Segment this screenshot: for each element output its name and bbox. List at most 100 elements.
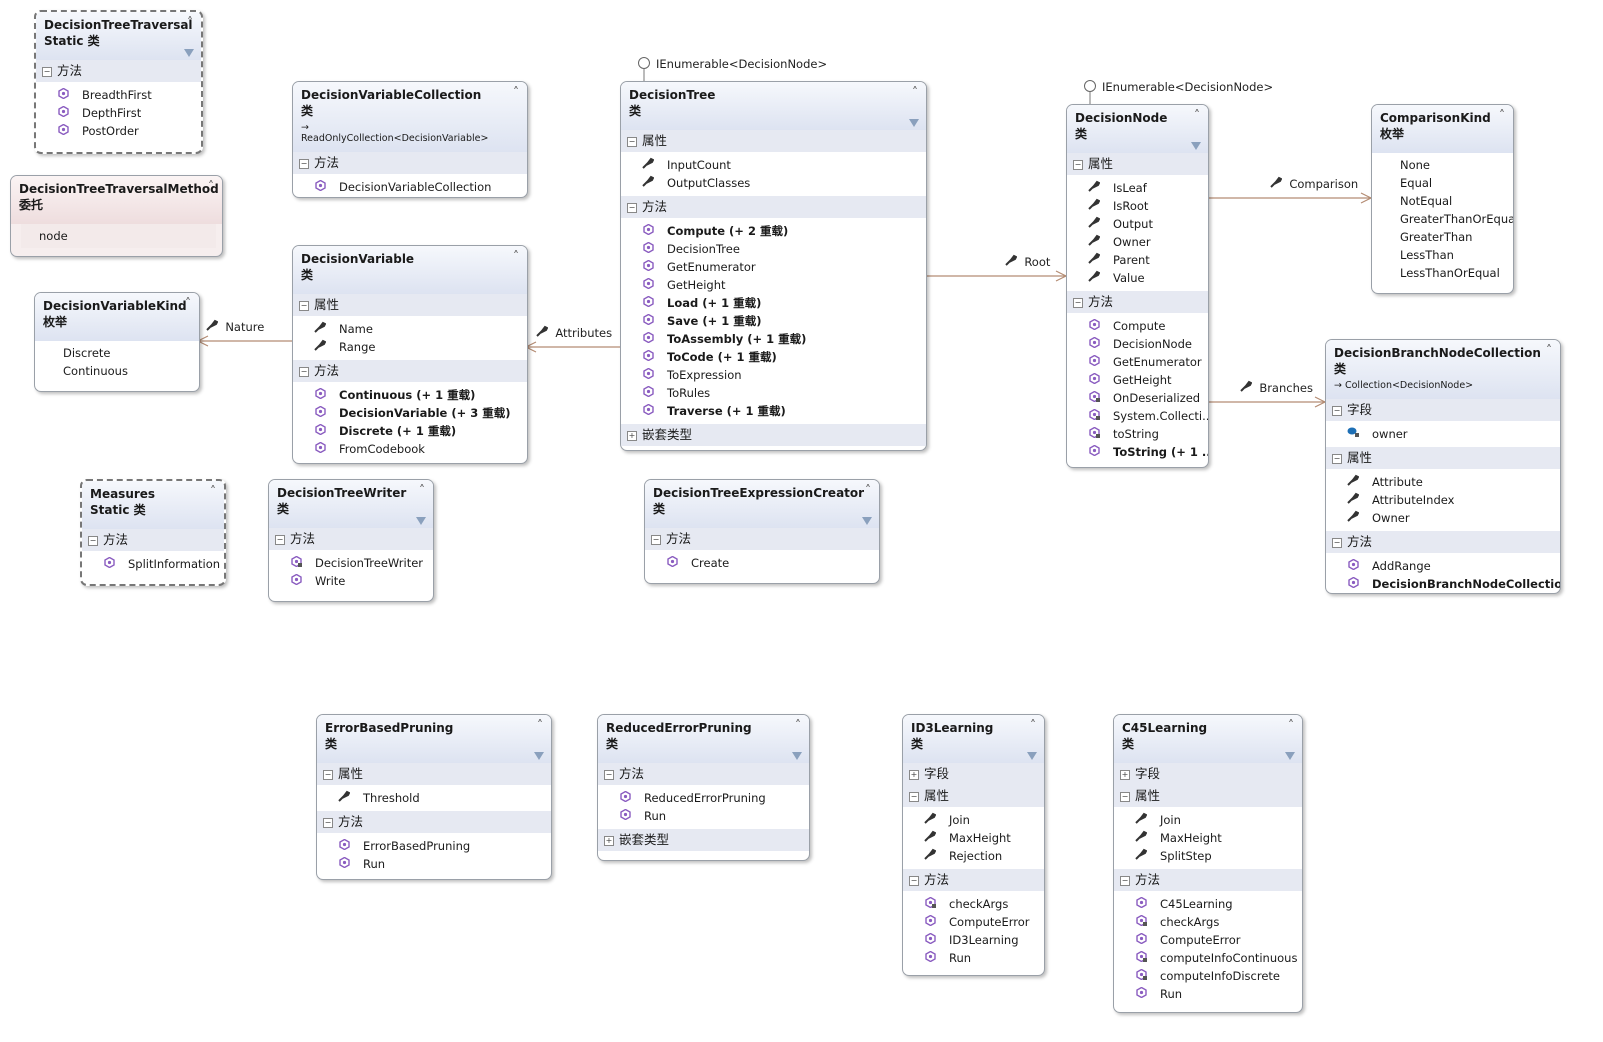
section-header[interactable]: − 方法 xyxy=(1114,869,1302,891)
association-label[interactable]: Branches xyxy=(1240,380,1313,395)
member-item[interactable]: DecisionNode xyxy=(1067,335,1208,353)
filter-icon[interactable] xyxy=(416,517,426,525)
member-item[interactable]: FromCodebook xyxy=(293,440,527,458)
section-header[interactable]: − 方法 xyxy=(645,528,879,550)
collapse-chevron-icon[interactable]: ˄ xyxy=(513,249,519,263)
collapse-toggle-icon[interactable]: − xyxy=(1332,406,1342,416)
member-item[interactable]: OutputClasses xyxy=(621,174,926,192)
class-box-reduced-error-pruning[interactable]: ReducedErrorPruning 类 ˄ − 方法 ReducedErrorPru… xyxy=(597,714,810,861)
collapse-chevron-icon[interactable]: ˄ xyxy=(1288,718,1294,732)
collapse-toggle-icon[interactable]: − xyxy=(627,203,637,213)
member-item[interactable]: Create xyxy=(645,554,879,572)
member-item[interactable]: MaxHeight xyxy=(1114,829,1302,847)
class-header[interactable]: DecisionTreeTraversalMethod 委托 ˄ xyxy=(11,176,222,224)
section-header[interactable]: − 方法 xyxy=(293,152,527,174)
enum-value[interactable]: Discrete xyxy=(45,344,193,362)
filter-icon[interactable] xyxy=(862,517,872,525)
filter-icon[interactable] xyxy=(909,119,919,127)
association-root[interactable] xyxy=(925,270,1068,282)
collapse-chevron-icon[interactable]: ˄ xyxy=(1194,108,1200,122)
member-item[interactable]: Range xyxy=(293,338,527,356)
member-item[interactable]: Output xyxy=(1067,215,1208,233)
enum-value[interactable]: GreaterThanOrEqual xyxy=(1382,210,1513,228)
section-header[interactable]: − 方法 xyxy=(269,528,433,550)
enum-value[interactable]: NotEqual xyxy=(1382,192,1507,210)
collapse-chevron-icon[interactable]: ˄ xyxy=(865,483,871,497)
filter-icon[interactable] xyxy=(792,752,802,760)
member-item[interactable]: Load (+ 1 重载) xyxy=(621,294,926,312)
member-item[interactable]: Compute xyxy=(1067,317,1208,335)
section-header[interactable]: − 方法 xyxy=(1067,291,1208,313)
member-item[interactable]: Name xyxy=(293,320,527,338)
class-header[interactable]: DecisionTreeWriter 类 ˄ xyxy=(269,480,433,528)
member-item[interactable]: ID3Learning xyxy=(903,931,1044,949)
class-box-decision-variable-collection[interactable]: DecisionVariableCollection 类 → ReadOnlyCo… xyxy=(292,81,528,198)
collapse-toggle-icon[interactable]: − xyxy=(1073,160,1083,170)
section-header[interactable]: − 方法 xyxy=(1326,531,1560,553)
expand-toggle-icon[interactable]: + xyxy=(604,836,614,846)
member-item[interactable]: Run xyxy=(1114,985,1302,1003)
enum-value[interactable]: LessThanOrEqual xyxy=(1382,264,1507,282)
enum-value[interactable]: node xyxy=(21,227,216,245)
member-item[interactable]: BreadthFirst xyxy=(36,86,201,104)
class-header[interactable]: Measures Static 类 ˄ xyxy=(82,481,224,529)
collapse-chevron-icon[interactable]: ˄ xyxy=(537,718,543,732)
member-item[interactable]: Parent xyxy=(1067,251,1208,269)
member-item[interactable]: IsRoot xyxy=(1067,197,1208,215)
section-header[interactable]: − 属性 xyxy=(1326,447,1560,469)
section-header[interactable]: − 方法 xyxy=(82,529,224,551)
member-item[interactable]: GetEnumerator xyxy=(1067,353,1208,371)
enum-value[interactable]: Equal xyxy=(1382,174,1507,192)
enum-value[interactable]: Continuous xyxy=(45,362,193,380)
section-header[interactable]: − 方法 xyxy=(598,763,809,785)
member-item[interactable]: ErrorBasedPruning xyxy=(317,837,551,855)
collapse-toggle-icon[interactable]: − xyxy=(1120,876,1130,886)
class-box-comparison-kind[interactable]: ComparisonKind 枚举 ˄ None Equal NotEqual Great… xyxy=(1371,104,1514,294)
member-item[interactable]: ComputeError xyxy=(1114,931,1302,949)
class-header[interactable]: ComparisonKind 枚举 ˄ xyxy=(1372,105,1513,153)
member-item[interactable]: Traverse (+ 1 重载) xyxy=(621,402,926,420)
expand-toggle-icon[interactable]: + xyxy=(1120,770,1130,780)
collapse-toggle-icon[interactable]: − xyxy=(909,792,919,802)
class-box-decision-tree-writer[interactable]: DecisionTreeWriter 类 ˄ − 方法 DecisionTreeWrit… xyxy=(268,479,434,602)
section-header[interactable]: − 方法 xyxy=(621,196,926,218)
member-item[interactable]: DecisionVariable (+ 3 重载) xyxy=(293,404,527,422)
expand-toggle-icon[interactable]: + xyxy=(909,770,919,780)
association-branches[interactable] xyxy=(1207,396,1327,408)
section-header[interactable]: − 方法 xyxy=(36,60,201,82)
class-box-c45learning[interactable]: C45Learning 类 ˄ + 字段 − 属性 Join MaxHeight SplitSt… xyxy=(1113,714,1303,1013)
class-header[interactable]: C45Learning 类 ˄ xyxy=(1114,715,1302,763)
collapse-toggle-icon[interactable]: − xyxy=(1332,454,1342,464)
class-box-measures[interactable]: Measures Static 类 ˄ − 方法 SplitInformation xyxy=(80,479,226,586)
collapse-chevron-icon[interactable]: ˄ xyxy=(513,85,519,99)
class-box-decision-tree-traversal-method[interactable]: DecisionTreeTraversalMethod 委托 ˄ node xyxy=(10,175,223,257)
collapse-chevron-icon[interactable]: ˄ xyxy=(795,718,801,732)
member-item[interactable]: Run xyxy=(317,855,551,873)
member-item[interactable]: Run xyxy=(903,949,1044,967)
member-item[interactable]: Save (+ 1 重载) xyxy=(621,312,926,330)
section-header[interactable]: + 嵌套类型 xyxy=(598,829,809,851)
member-item[interactable]: Rejection xyxy=(903,847,1044,865)
member-item[interactable]: ComputeError xyxy=(903,913,1044,931)
collapse-chevron-icon[interactable]: ˄ xyxy=(187,15,193,29)
member-item[interactable]: Attribute xyxy=(1326,473,1560,491)
association-label[interactable]: Attributes xyxy=(536,325,612,340)
member-item[interactable]: ReducedErrorPruning xyxy=(598,789,809,807)
enum-value[interactable]: LessThan xyxy=(1382,246,1507,264)
class-box-decision-tree[interactable]: DecisionTree 类 ˄ − 属性 InputCount OutputClasse… xyxy=(620,81,927,451)
member-item[interactable]: PostOrder xyxy=(36,122,201,140)
collapse-chevron-icon[interactable]: ˄ xyxy=(210,484,216,498)
member-item[interactable]: ToExpression xyxy=(621,366,926,384)
class-box-decision-node[interactable]: DecisionNode 类 ˄ − 属性 IsLeaf IsRoot Output Owne… xyxy=(1066,104,1209,468)
class-box-decision-tree-expression-creator[interactable]: DecisionTreeExpressionCreator 类 ˄ − 方法 Creat… xyxy=(644,479,880,584)
member-item[interactable]: ToCode (+ 1 重载) xyxy=(621,348,926,366)
class-header[interactable]: ID3Learning 类 ˄ xyxy=(903,715,1044,763)
member-item[interactable]: computeInfoContinuous xyxy=(1114,949,1302,967)
member-item[interactable]: Threshold xyxy=(317,789,551,807)
collapse-chevron-icon[interactable]: ˄ xyxy=(1499,108,1505,122)
class-box-decision-tree-traversal[interactable]: DecisionTreeTraversal Static 类 ˄ − 方法 Breadt… xyxy=(34,10,203,154)
association-nature[interactable] xyxy=(196,335,292,347)
interface-lollipop[interactable]: IEnumerable<DecisionNode> xyxy=(638,57,827,71)
member-item[interactable]: AddRange xyxy=(1326,557,1560,575)
association-attributes[interactable] xyxy=(524,341,620,353)
